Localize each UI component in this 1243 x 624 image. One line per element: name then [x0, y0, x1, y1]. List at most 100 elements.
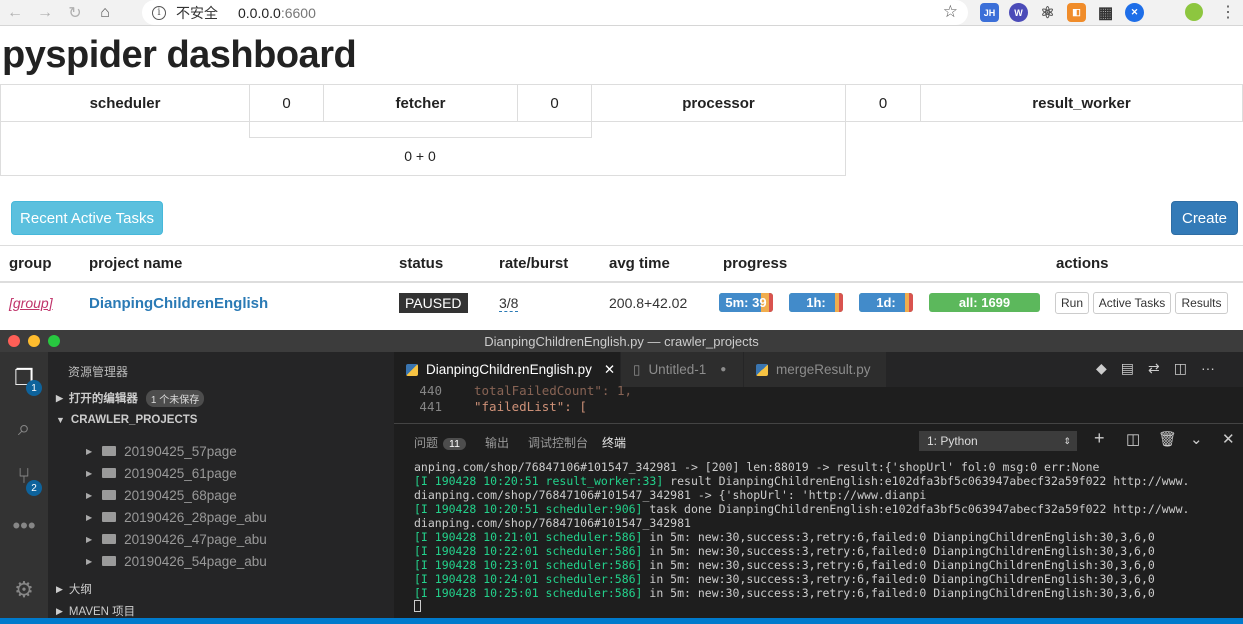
progress-all[interactable]: all: 1699: [929, 293, 1040, 312]
rate-burst-value[interactable]: 3/8: [499, 295, 519, 312]
home-icon[interactable]: ⌂: [90, 1, 120, 25]
bookmark-star-icon[interactable]: ☆: [943, 2, 958, 22]
fetcher-sum: 0 + 0: [404, 148, 436, 164]
split-editor-icon[interactable]: ◫: [1174, 360, 1187, 377]
vscode-titlebar: DianpingChildrenEnglish.py — crawler_pro…: [0, 330, 1243, 352]
tab-merge-result[interactable]: mergeResult.py: [744, 352, 886, 387]
log-text: dianping.com/shop/76847106#101547_342981: [414, 516, 691, 530]
tab-problems[interactable]: 问题 11: [414, 434, 466, 451]
qr-code-icon[interactable]: ▦: [1096, 3, 1115, 22]
progress-1h[interactable]: 1h:: [789, 293, 843, 312]
chevron-right-icon: ▶: [56, 392, 63, 403]
column-header-project-name: project name: [89, 255, 183, 272]
project-name-link[interactable]: DianpingChildrenEnglish: [89, 295, 268, 312]
split-terminal-icon[interactable]: ◫: [1126, 430, 1140, 448]
fetcher-value: 0: [517, 84, 592, 122]
terminal-line: dianping.com/shop/76847106#101547_342981…: [414, 488, 1234, 502]
column-header-group: group: [9, 255, 52, 272]
log-text: dianping.com/shop/76847106#101547_342981…: [414, 488, 927, 502]
column-header-rate-burst: rate/burst: [499, 255, 569, 272]
explorer-sidebar: 资源管理器 ▶ 打开的编辑器 1 个未保存 ▼ CRAWLER_PROJECTS ▶ 2…: [48, 352, 394, 618]
log-text: in 5m: new:30,success:3,retry:6,failed:0…: [642, 530, 1155, 544]
editor-tabs: DianpingChildrenEnglish.py ✕ ▯ Untitled-1 ●…: [394, 352, 1243, 387]
result-worker-label: result_worker: [920, 84, 1243, 122]
info-icon[interactable]: i: [152, 5, 166, 20]
progress-1d[interactable]: 1d:: [859, 293, 913, 312]
log-text: in 5m: new:30,success:3,retry:6,failed:0…: [642, 572, 1155, 586]
active-tasks-button[interactable]: Active Tasks: [1093, 292, 1171, 314]
profile-avatar[interactable]: [1185, 3, 1203, 21]
list-item[interactable]: ▶ 20190425_61page: [86, 462, 237, 484]
menu-kebab-icon[interactable]: ⋮: [1220, 2, 1236, 22]
terminal-select[interactable]: 1: Python ⇕: [919, 431, 1077, 451]
new-terminal-icon[interactable]: +: [1094, 428, 1105, 449]
code-line: "failedList": [: [474, 399, 587, 414]
results-button[interactable]: Results: [1175, 292, 1228, 314]
list-item[interactable]: ▶ 20190425_68page: [86, 484, 237, 506]
tab-untitled[interactable]: ▯ Untitled-1 ●: [621, 352, 743, 387]
list-item[interactable]: ▶ 20190426_28page_abu: [86, 506, 267, 528]
minimize-window-icon[interactable]: [28, 335, 40, 347]
list-item[interactable]: ▶ 20190426_47page_abu: [86, 528, 267, 550]
code-line: totalFailedCount": 1,: [474, 383, 633, 398]
address-bar[interactable]: i 不安全 0.0.0.0:6600 ☆: [142, 0, 968, 25]
column-header-progress: progress: [723, 255, 788, 272]
editor-actions: ◆ ▤ ⇄ ◫ ···: [1096, 360, 1215, 377]
maximize-window-icon[interactable]: [48, 335, 60, 347]
insecure-label: 不安全: [176, 4, 218, 21]
list-item[interactable]: ▶ 20190425_57page: [86, 440, 237, 462]
forward-icon[interactable]: →: [30, 1, 60, 25]
search-icon[interactable]: ⌕: [10, 414, 38, 442]
recent-active-tasks-button[interactable]: Recent Active Tasks: [11, 201, 163, 235]
terminal-cursor: [414, 600, 1234, 614]
progress-5m[interactable]: 5m: 39: [719, 293, 773, 312]
run-button[interactable]: Run: [1055, 292, 1089, 314]
extension-icon[interactable]: ◧: [1067, 3, 1086, 22]
create-button[interactable]: Create: [1171, 201, 1238, 235]
trash-icon[interactable]: 🗑: [1158, 430, 1177, 448]
close-tab-icon[interactable]: ✕: [604, 362, 615, 378]
extension-icon[interactable]: W: [1009, 3, 1028, 22]
diff-icon[interactable]: ⇄: [1148, 360, 1160, 377]
reload-icon[interactable]: ↻: [60, 1, 90, 25]
scheduler-value: 0: [249, 84, 324, 122]
close-panel-icon[interactable]: ✕: [1222, 430, 1235, 448]
extension-icon[interactable]: ✕: [1125, 3, 1144, 22]
open-editors-section[interactable]: ▶ 打开的编辑器 1 个未保存: [48, 387, 394, 409]
terminal-line: [I 190428 10:24:01 scheduler:586] in 5m:…: [414, 572, 1234, 586]
status-badge[interactable]: PAUSED: [399, 293, 468, 313]
project-folder-section[interactable]: ▼ CRAWLER_PROJECTS: [48, 409, 394, 431]
terminal-output[interactable]: anping.com/shop/76847106#101547_342981 -…: [414, 460, 1234, 614]
tab-terminal[interactable]: 终端: [602, 434, 626, 451]
close-window-icon[interactable]: [8, 335, 20, 347]
list-item[interactable]: ▶ 20190426_54page_abu: [86, 550, 267, 572]
tab-debug-console[interactable]: 调试控制台: [528, 434, 588, 451]
react-devtools-icon[interactable]: ⚛: [1038, 3, 1057, 22]
unsaved-dot-icon[interactable]: ●: [720, 364, 726, 375]
chevron-right-icon: ▶: [86, 446, 93, 456]
folder-label: 20190425_57page: [124, 443, 237, 459]
back-icon[interactable]: ←: [0, 1, 30, 25]
chevron-right-icon: ▶: [86, 490, 93, 500]
file-icon: ▯: [633, 361, 641, 377]
tab-output[interactable]: 输出: [485, 434, 509, 451]
chevron-right-icon: ▶: [86, 534, 93, 544]
more-actions-icon[interactable]: ···: [1201, 360, 1215, 377]
url-host: 0.0.0.0: [238, 4, 281, 21]
jh-extension-icon[interactable]: JH: [980, 3, 999, 22]
chevron-down-icon[interactable]: ⌄: [1190, 430, 1203, 448]
tab-dianping[interactable]: DianpingChildrenEnglish.py ✕: [394, 352, 620, 387]
maven-label: MAVEN 项目: [68, 606, 136, 618]
group-link[interactable]: [group]: [9, 295, 53, 311]
terminal-line: [I 190428 10:23:01 scheduler:586] in 5m:…: [414, 558, 1234, 572]
more-icon[interactable]: •••: [10, 512, 38, 540]
scheduler-label: scheduler: [0, 84, 250, 122]
bottom-panel: 问题 11 输出 调试控制台 终端 1: Python ⇕ + ◫ 🗑 ⌄ ✕ an…: [394, 423, 1243, 618]
git-compare-icon[interactable]: ◆: [1096, 360, 1107, 377]
terminal-line: [I 190428 10:21:01 scheduler:586] in 5m:…: [414, 530, 1234, 544]
code-editor[interactable]: 440 totalFailedCount": 1, 441 "failedLis…: [394, 383, 1243, 423]
processor-label: processor: [591, 84, 846, 122]
outline-section[interactable]: ▶ 大纲: [48, 578, 394, 600]
preview-icon[interactable]: ▤: [1121, 360, 1134, 377]
settings-gear-icon[interactable]: ⚙: [10, 576, 38, 604]
